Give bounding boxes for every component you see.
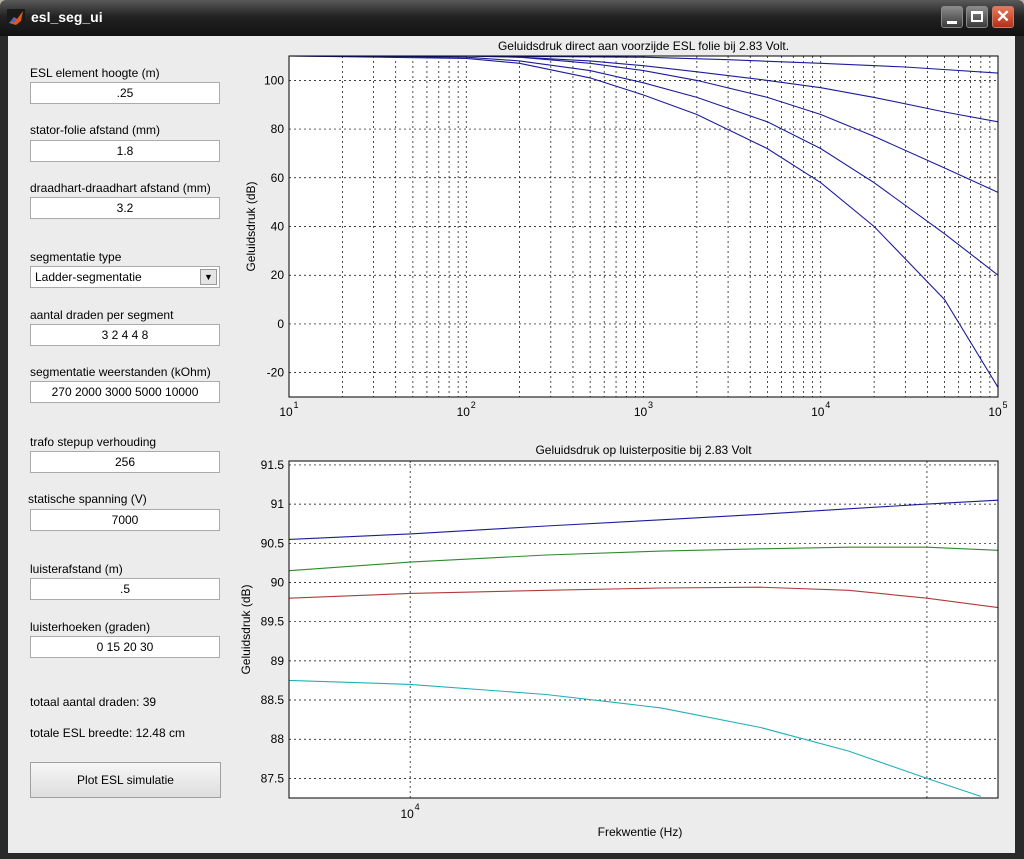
chart1-x-tick-exponent: 2 bbox=[471, 400, 476, 410]
chart1-x-tick-base: 10 bbox=[634, 405, 648, 419]
chart2-y-tick-label: 89.5 bbox=[261, 615, 285, 629]
chart1-x-tick-base: 10 bbox=[457, 405, 471, 419]
chart1-title: Geluidsdruk direct aan voorzijde ESL fol… bbox=[498, 39, 789, 53]
chart1-x-tick-base: 10 bbox=[811, 405, 825, 419]
chart1-y-tick-label: 40 bbox=[271, 220, 285, 234]
charts-canvas: 100806040200-2010 1 10 2 10 3 10 4 10 5Geluidsdru… bbox=[239, 39, 1008, 839]
chart2-x-label: Frekwentie (Hz) bbox=[598, 825, 683, 839]
chart2-y-tick-label: 87.5 bbox=[261, 771, 285, 785]
chart2-y-tick-label: 88 bbox=[271, 732, 285, 746]
chart1-y-tick-label: 60 bbox=[271, 171, 285, 185]
app-window: esl_seg_ui ✕ ESL element hoogte (m) .25 … bbox=[0, 0, 1024, 859]
chart1-x-tick-exponent: 5 bbox=[1002, 400, 1007, 410]
chart1-y-tick-label: 0 bbox=[277, 317, 284, 331]
chart1-y-tick-label: 100 bbox=[264, 73, 284, 87]
chart2-y-tick-label: 88.5 bbox=[261, 693, 285, 707]
chart1-x-tick-exponent: 1 bbox=[293, 400, 298, 410]
chart2-title: Geluidsdruk op luisterpositie bij 2.83 V… bbox=[535, 443, 752, 457]
chart1-y-tick-label: 20 bbox=[271, 268, 285, 282]
chart1-x-tick-base: 10 bbox=[279, 405, 293, 419]
chart1-y-tick-label: 80 bbox=[271, 122, 285, 136]
chart1-x-tick-exponent: 3 bbox=[648, 400, 653, 410]
chart1-y-tick-label: -20 bbox=[267, 366, 285, 380]
chart2-y-label: Geluidsdruk (dB) bbox=[239, 584, 253, 674]
chart2-y-tick-label: 91 bbox=[271, 497, 285, 511]
chart2-x-tick-exponent: 4 bbox=[415, 802, 420, 812]
chart2-y-tick-label: 91.5 bbox=[261, 458, 285, 472]
chart2-y-tick-label: 90 bbox=[271, 575, 285, 589]
chart1-x-tick-exponent: 4 bbox=[825, 400, 830, 410]
chart2-y-tick-label: 89 bbox=[271, 654, 285, 668]
chart2-y-tick-label: 90.5 bbox=[261, 536, 285, 550]
chart1-y-label: Geluidsdruk (dB) bbox=[244, 181, 258, 271]
chart2-plot-area bbox=[289, 461, 998, 798]
chart1-x-tick-base: 10 bbox=[988, 405, 1002, 419]
chart2-x-tick-base: 10 bbox=[400, 807, 414, 821]
